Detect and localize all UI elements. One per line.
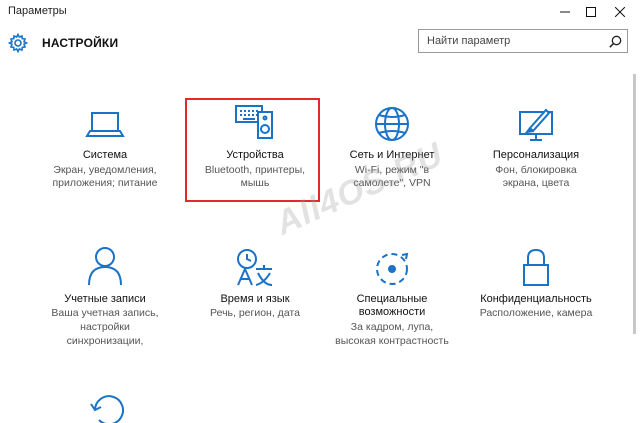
tile-description: экрана, цвета [502,177,570,189]
tile-description: Фон, блокировка [495,164,577,176]
lock-icon [523,248,549,286]
globe-icon [375,107,409,141]
tile-privacy[interactable]: Конфиденциальность Расположение, камера [461,245,611,325]
personalization-icon [519,108,553,141]
tile-label: Система [82,149,128,161]
tile-description: Речь, регион, дата [210,307,300,319]
laptop-icon [85,112,125,137]
tile-accessibility[interactable]: Специальные возможности За кадром, лупа,… [317,245,467,355]
search-box[interactable] [418,29,628,53]
tile-description: настройки [80,321,130,333]
time-language-icon [237,249,273,286]
tile-description: приложения; питание [52,177,158,189]
selection-highlight [185,98,320,202]
page-title: НАСТРОЙКИ [42,36,119,50]
tile-system[interactable]: Система Экран, уведомления, приложения; … [30,100,180,195]
search-button[interactable] [603,30,627,52]
search-input[interactable] [419,30,607,52]
accessibility-icon [376,252,409,285]
search-icon [608,35,621,48]
title-bar: Параметры [0,0,640,24]
minimize-icon [560,11,570,13]
tile-label: Конфиденциальность [480,293,592,305]
tile-time-language[interactable]: Время и язык Речь, регион, дата [180,245,330,325]
tile-description: Экран, уведомления, [53,164,157,176]
close-icon [615,7,625,17]
update-icon [90,395,124,423]
tile-description: высокая контрастность [335,335,449,347]
tile-description: Ваша учетная запись, [51,307,159,319]
tile-accounts[interactable]: Учетные записи Ваша учетная запись, наст… [30,245,180,355]
gear-icon [8,33,28,53]
tile-label: Учетные записи [64,293,146,305]
close-button[interactable] [605,0,635,24]
tile-label: Время и язык [220,293,290,305]
tile-update[interactable] [30,388,180,423]
person-icon [88,247,122,286]
tile-description: Расположение, камера [479,307,593,319]
settings-header: НАСТРОЙКИ [0,24,640,64]
tile-label: возможности [358,306,426,318]
tile-label: Специальные [356,293,428,305]
window-title: Параметры [8,5,67,17]
maximize-icon [586,7,596,17]
tile-description: синхронизации, [66,335,144,347]
maximize-button[interactable] [576,0,606,24]
tile-personalization[interactable]: Персонализация Фон, блокировка экрана, ц… [461,100,611,195]
tile-description: За кадром, лупа, [350,321,434,333]
tile-label: Персонализация [492,149,580,161]
scrollbar[interactable] [633,74,636,334]
